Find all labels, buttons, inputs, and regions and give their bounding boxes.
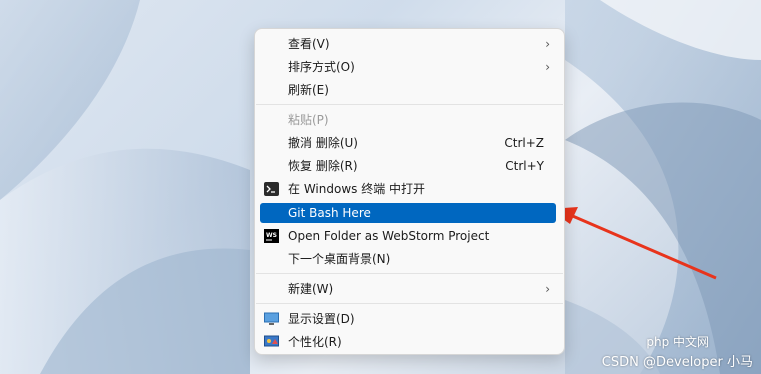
- chevron-right-icon: ›: [545, 282, 550, 296]
- menu-item-next-background[interactable]: 下一个桌面背景(N): [260, 249, 556, 269]
- menu-item-personalize[interactable]: 个性化(R): [260, 332, 556, 352]
- menu-item-sort-by[interactable]: 排序方式(O) ›: [260, 57, 556, 77]
- menu-item-view[interactable]: 查看(V) ›: [260, 34, 556, 54]
- shortcut-text: Ctrl+Y: [505, 159, 544, 173]
- shortcut-text: Ctrl+Z: [504, 136, 544, 150]
- menu-separator: [256, 104, 563, 105]
- menu-item-refresh[interactable]: 刷新(E): [260, 80, 556, 100]
- webstorm-icon: WS: [264, 229, 279, 243]
- menu-item-new[interactable]: 新建(W) ›: [260, 279, 556, 299]
- svg-text:WS: WS: [266, 232, 277, 239]
- chevron-right-icon: ›: [545, 37, 550, 51]
- context-menu: 查看(V) › 排序方式(O) › 刷新(E) 粘贴(P) 撤消 删除(U) C…: [254, 28, 565, 355]
- menu-item-open-in-terminal[interactable]: 在 Windows 终端 中打开: [260, 179, 556, 199]
- menu-item-git-bash-here[interactable]: Git Bash Here: [260, 203, 556, 223]
- menu-separator: [256, 303, 563, 304]
- menu-item-open-webstorm[interactable]: WS Open Folder as WebStorm Project: [260, 226, 556, 246]
- menu-separator: [256, 273, 563, 274]
- terminal-icon: [264, 182, 279, 196]
- watermark: CSDN @Developer 小马: [601, 355, 753, 370]
- menu-item-undo-delete[interactable]: 撤消 删除(U) Ctrl+Z: [260, 133, 556, 153]
- menu-item-paste: 粘贴(P): [288, 113, 329, 127]
- menu-item-display-settings[interactable]: 显示设置(D): [260, 309, 556, 329]
- chevron-right-icon: ›: [545, 60, 550, 74]
- php-badge: php 中文网: [646, 335, 709, 349]
- menu-item-redo-delete[interactable]: 恢复 删除(R) Ctrl+Y: [260, 156, 556, 176]
- personalize-icon: [264, 335, 279, 347]
- display-icon: [264, 312, 279, 325]
